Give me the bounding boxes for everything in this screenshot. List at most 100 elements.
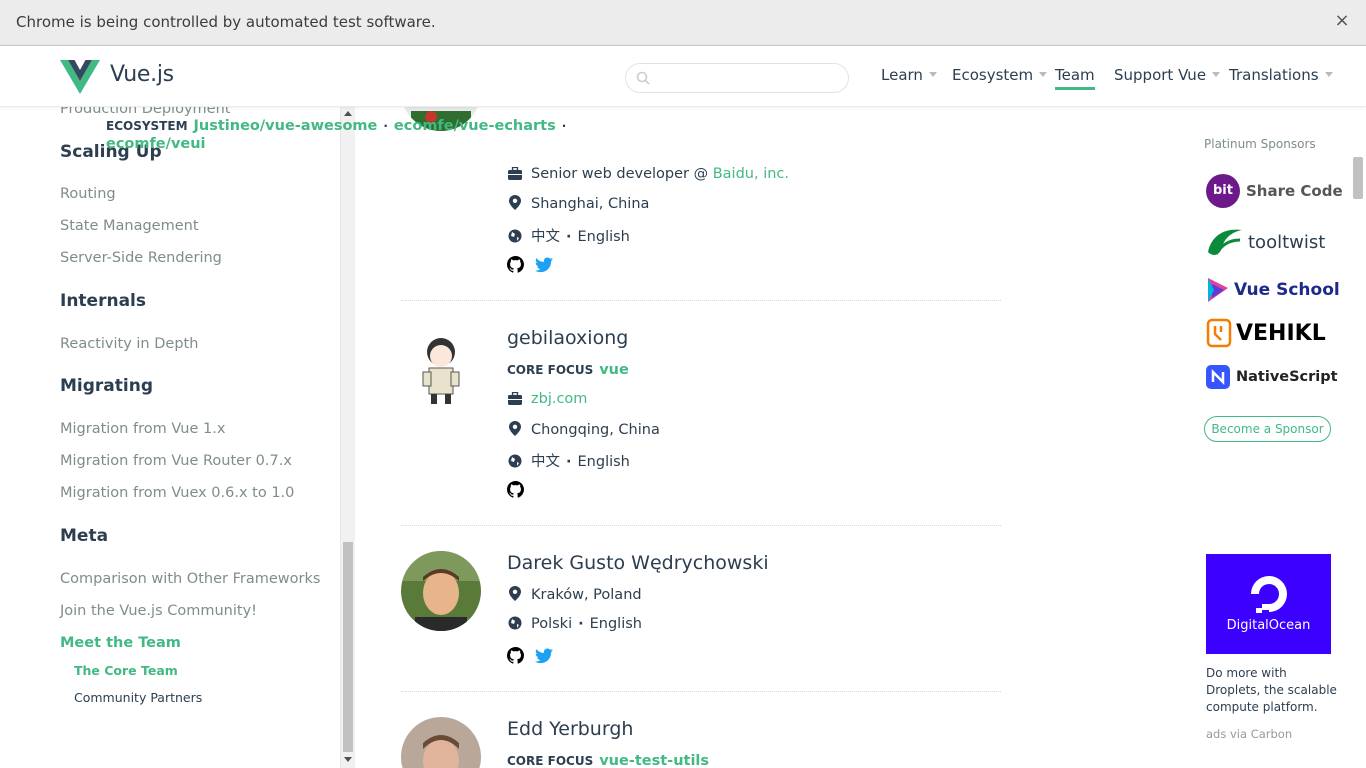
sponsor-name: NativeScript bbox=[1236, 369, 1338, 385]
member-work: Senior web developer @ Baidu, inc. bbox=[507, 166, 789, 182]
sidebar-item-routing[interactable]: Routing bbox=[60, 186, 116, 202]
member-name: gebilaoxiong bbox=[507, 327, 629, 349]
member-location: Kraków, Poland bbox=[507, 586, 642, 603]
sponsor-name: Share Code bbox=[1246, 182, 1343, 200]
core-focus-label: CORE FOCUS bbox=[507, 363, 594, 377]
scroll-up-arrow-icon[interactable] bbox=[344, 111, 352, 116]
sidebar-item-migration-router[interactable]: Migration from Vue Router 0.7.x bbox=[60, 453, 292, 469]
sidebar-item-ssr[interactable]: Server-Side Rendering bbox=[60, 250, 222, 266]
project-link[interactable]: vue bbox=[599, 362, 629, 378]
location-text: Shanghai, China bbox=[531, 196, 650, 212]
search-input[interactable] bbox=[658, 68, 838, 88]
map-marker-icon bbox=[509, 586, 521, 601]
member-core-focus: CORE FOCUS vue bbox=[507, 362, 629, 378]
github-icon[interactable] bbox=[507, 481, 525, 502]
sponsors-title: Platinum Sponsors bbox=[1204, 137, 1316, 151]
map-marker-icon bbox=[509, 195, 521, 210]
sponsor-nativescript[interactable]: NativeScript bbox=[1206, 359, 1338, 395]
project-link[interactable]: vue-test-utils bbox=[599, 753, 709, 768]
sidebar-subitem-community-partners[interactable]: Community Partners bbox=[74, 690, 202, 705]
digitalocean-ad[interactable]: DigitalOcean bbox=[1206, 554, 1331, 654]
chevron-down-icon bbox=[1324, 72, 1333, 77]
globe-icon bbox=[508, 616, 522, 630]
member-core-focus: CORE FOCUS vue-test-utils bbox=[507, 753, 709, 768]
github-icon[interactable] bbox=[507, 256, 525, 277]
sidebar-scroll-thumb[interactable] bbox=[343, 542, 353, 752]
twitter-icon[interactable] bbox=[535, 257, 554, 277]
search-icon bbox=[636, 71, 650, 85]
member-divider bbox=[401, 300, 1001, 301]
sidebar-scrollbar[interactable] bbox=[340, 107, 355, 768]
member-languages: 中文 · English bbox=[507, 450, 630, 471]
member-divider bbox=[401, 691, 1001, 692]
nav-ecosystem-label: Ecosystem bbox=[952, 66, 1034, 84]
sidebar-item-reactivity[interactable]: Reactivity in Depth bbox=[60, 336, 198, 352]
language: 中文 bbox=[531, 229, 560, 245]
core-focus-label: CORE FOCUS bbox=[507, 754, 594, 768]
sidebar-item-community[interactable]: Join the Vue.js Community! bbox=[60, 603, 257, 619]
close-icon[interactable]: × bbox=[1332, 11, 1352, 31]
become-sponsor-button[interactable]: Become a Sponsor bbox=[1204, 416, 1331, 442]
sidebar-subitem-core-team[interactable]: The Core Team bbox=[74, 663, 178, 678]
sponsor-vue-school[interactable]: Vue School bbox=[1206, 272, 1340, 308]
language: English bbox=[589, 616, 642, 632]
nav-translations[interactable]: Translations bbox=[1229, 66, 1333, 84]
vehikl-logo-icon bbox=[1206, 318, 1232, 348]
search-box[interactable] bbox=[625, 63, 849, 93]
scroll-down-arrow-icon[interactable] bbox=[344, 757, 352, 762]
location-text: Chongqing, China bbox=[531, 422, 660, 438]
project-link[interactable]: Justineo/vue-awesome bbox=[194, 118, 378, 134]
sidebar-item-state-management[interactable]: State Management bbox=[60, 218, 199, 234]
nav-team[interactable]: Team bbox=[1055, 66, 1095, 90]
twitter-icon[interactable] bbox=[535, 648, 554, 668]
nav-learn-label: Learn bbox=[881, 66, 923, 84]
member-languages: 中文 · English bbox=[507, 225, 630, 246]
company-link[interactable]: Baidu, inc. bbox=[713, 166, 789, 182]
member-avatar bbox=[401, 551, 481, 631]
member-work: zbj.com bbox=[507, 391, 587, 407]
language: 中文 bbox=[531, 454, 560, 470]
member-social bbox=[507, 481, 530, 502]
nav-translations-label: Translations bbox=[1229, 66, 1319, 84]
page-scroll-thumb[interactable] bbox=[1353, 157, 1363, 199]
nav-support-label: Support Vue bbox=[1114, 66, 1207, 84]
logo-text[interactable]: Vue.js bbox=[110, 62, 174, 87]
sidebar-heading-migrating: Migrating bbox=[60, 376, 153, 396]
member-name: Edd Yerburgh bbox=[507, 718, 634, 740]
nav-team-label: Team bbox=[1055, 66, 1095, 84]
nav-support-vue[interactable]: Support Vue bbox=[1114, 66, 1221, 84]
nav-ecosystem[interactable]: Ecosystem bbox=[952, 66, 1048, 84]
member-location: Chongqing, China bbox=[507, 421, 660, 438]
member-location: Shanghai, China bbox=[507, 195, 649, 212]
vue-logo-icon[interactable] bbox=[60, 60, 100, 94]
briefcase-icon bbox=[508, 167, 522, 180]
sponsor-tooltwist[interactable]: tooltwist bbox=[1206, 224, 1325, 260]
project-link[interactable]: ecomfe/vue-echarts bbox=[394, 118, 556, 134]
sidebar-item-production-deployment[interactable]: Production Deployment bbox=[60, 107, 230, 117]
sidebar-item-comparison[interactable]: Comparison with Other Frameworks bbox=[60, 571, 320, 587]
ad-via-carbon[interactable]: ads via Carbon bbox=[1206, 727, 1292, 741]
sidebar-item-migration-vuex[interactable]: Migration from Vuex 0.6.x to 1.0 bbox=[60, 485, 294, 501]
nav-learn[interactable]: Learn bbox=[881, 66, 937, 84]
company-link[interactable]: zbj.com bbox=[531, 391, 587, 407]
project-link[interactable]: ecomfe/veui bbox=[106, 136, 206, 152]
globe-icon bbox=[508, 229, 522, 243]
ad-brand: DigitalOcean bbox=[1226, 618, 1311, 633]
sidebar-item-meet-the-team[interactable]: Meet the Team bbox=[60, 635, 181, 651]
chevron-down-icon bbox=[928, 72, 937, 77]
language: English bbox=[577, 454, 630, 470]
sponsor-name: tooltwist bbox=[1248, 231, 1326, 253]
ad-description[interactable]: Do more with Droplets, the scalable comp… bbox=[1206, 665, 1341, 716]
sponsor-share-code[interactable]: bit Share Code bbox=[1206, 173, 1343, 209]
member-divider bbox=[401, 525, 1001, 526]
sidebar-item-migration-vue1[interactable]: Migration from Vue 1.x bbox=[60, 421, 225, 437]
github-icon[interactable] bbox=[507, 647, 525, 668]
chevron-down-icon bbox=[1212, 72, 1221, 77]
site-header: Vue.js Learn Ecosystem Team Support Vue … bbox=[0, 46, 1366, 107]
member-avatar bbox=[401, 717, 481, 768]
member-ecosystem-cont: ecomfe/veui bbox=[106, 136, 206, 152]
member-ecosystem: ECOSYSTEM Justineo/vue-awesome · ecomfe/vue… bbox=[106, 118, 567, 134]
sponsor-vehikl[interactable]: VEHIKL bbox=[1206, 315, 1326, 351]
page-scrollbar[interactable] bbox=[1351, 107, 1366, 768]
sidebar-heading-internals: Internals bbox=[60, 291, 146, 311]
